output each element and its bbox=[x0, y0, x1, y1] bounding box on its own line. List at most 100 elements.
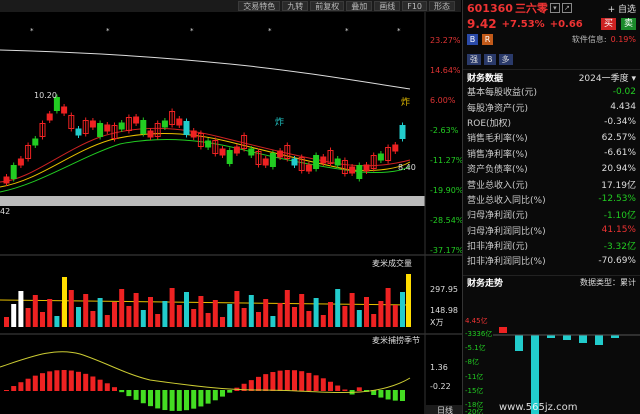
volume-bar bbox=[364, 297, 369, 327]
volume-bar bbox=[4, 317, 9, 327]
financial-period-select[interactable]: 2024一季度 ▾ bbox=[579, 71, 636, 84]
indicator-bar bbox=[220, 390, 225, 397]
indicator-bar bbox=[284, 370, 290, 391]
marker-star-icon: * bbox=[268, 27, 272, 35]
change-amount: +0.66 bbox=[549, 18, 583, 30]
trend-bar bbox=[579, 335, 587, 343]
indicator-bar bbox=[263, 374, 269, 391]
volume-bar bbox=[32, 295, 38, 327]
volume-bar bbox=[198, 296, 204, 327]
high-price-label: 10.20 bbox=[34, 91, 57, 100]
candle-body bbox=[226, 150, 233, 164]
candle-body bbox=[147, 130, 154, 138]
volume-bar bbox=[349, 293, 355, 327]
trend-bar bbox=[595, 335, 603, 345]
financial-row: 基本每股收益(元) -0.02 bbox=[463, 84, 640, 99]
indicator-bar bbox=[112, 387, 117, 391]
watermark: www.565jz.com bbox=[499, 402, 578, 413]
tag-more[interactable]: 多 bbox=[498, 53, 513, 65]
indicator-bar bbox=[54, 370, 60, 391]
indicator-bar bbox=[162, 390, 168, 411]
daily-tab[interactable]: 日线 bbox=[437, 405, 453, 414]
financial-row: ROE(加权) -0.34% bbox=[463, 115, 640, 130]
indicator-bar bbox=[76, 371, 81, 391]
indicator-bar bbox=[392, 390, 398, 401]
indicator-bar bbox=[61, 370, 67, 391]
trend-axis-label: -20亿 bbox=[465, 407, 483, 414]
financial-row-label: 归母净利润(元) bbox=[467, 211, 529, 222]
tag-strong[interactable]: 强 bbox=[467, 53, 481, 65]
volume-bar bbox=[306, 311, 312, 327]
toolbar-trade-feature-button[interactable]: 交易特色 bbox=[238, 1, 281, 11]
trend-type-label: 数据类型：累计 bbox=[580, 277, 636, 287]
indicator-bar bbox=[68, 370, 74, 391]
volume-bar bbox=[248, 295, 254, 327]
volume-bar bbox=[292, 307, 297, 327]
stock-code: 601360 bbox=[467, 1, 513, 15]
volume-bar bbox=[18, 291, 24, 327]
volume-bar bbox=[11, 304, 17, 327]
indicator-label-1: -0.22 bbox=[430, 382, 451, 391]
candle-body bbox=[277, 150, 284, 158]
volume-bar bbox=[119, 289, 125, 327]
chart-area[interactable]: 23.27% 14.64% 6.00% -2.63% -11.27% -19.9… bbox=[0, 12, 468, 414]
candle-body bbox=[32, 138, 39, 146]
candle-body bbox=[349, 166, 356, 174]
toolbar-pattern-button[interactable]: 形态 bbox=[429, 1, 455, 11]
candle-body bbox=[205, 140, 212, 148]
volume-bar bbox=[299, 294, 305, 327]
financial-header: 财务数据 2024一季度 ▾ bbox=[463, 69, 640, 84]
toolbar-draw-button[interactable]: 画线 bbox=[374, 1, 401, 11]
financial-row: 归母净利润(元) -1.10亿 bbox=[463, 207, 640, 222]
financial-row-value: -3.32亿 bbox=[603, 242, 636, 253]
software-info-value: 0.19% bbox=[610, 34, 636, 44]
volume-bar bbox=[104, 315, 110, 327]
candles-group bbox=[3, 94, 406, 186]
left-edge-label: 42 bbox=[0, 207, 10, 216]
date-scroll-bar[interactable] bbox=[0, 196, 425, 206]
badge-r[interactable]: R bbox=[482, 33, 493, 45]
volume-label-2: X万 bbox=[430, 318, 443, 327]
tag-b[interactable]: B bbox=[484, 53, 496, 65]
indicator-bar bbox=[18, 382, 24, 391]
volume-bar bbox=[176, 305, 182, 327]
financial-row-value: -0.02 bbox=[612, 86, 636, 97]
volume-bar bbox=[205, 313, 211, 327]
candle-body bbox=[313, 155, 320, 169]
financial-title: 财务数据 bbox=[467, 73, 504, 84]
volume-bar bbox=[155, 314, 161, 327]
toolbar-nine-turn-button[interactable]: 九转 bbox=[282, 1, 309, 11]
buy-button[interactable]: 买 bbox=[600, 18, 616, 30]
toolbar-overlay-button[interactable]: 叠加 bbox=[346, 1, 373, 11]
volume-bar bbox=[126, 306, 132, 327]
indicator-bar bbox=[270, 372, 276, 391]
price-label-1: 14.64% bbox=[430, 66, 461, 75]
volume-bar bbox=[392, 305, 398, 327]
current-price: 9.42 bbox=[467, 17, 497, 31]
indicator-bar bbox=[25, 378, 31, 391]
chevron-down-icon[interactable]: ▾ bbox=[549, 3, 560, 13]
add-watchlist-button[interactable]: + 自选 bbox=[608, 2, 636, 15]
financial-row-value: 62.57% bbox=[601, 132, 636, 143]
sell-button[interactable]: 卖 bbox=[620, 18, 636, 30]
indicator-bar bbox=[335, 385, 341, 391]
kline-chart[interactable]: 23.27% 14.64% 6.00% -2.63% -11.27% -19.9… bbox=[0, 12, 468, 414]
indicator-bar bbox=[176, 390, 182, 411]
trend-chart: 4.45亿-3336亿-5.1亿-8亿-11亿-15亿-18亿-20亿 bbox=[465, 316, 640, 414]
indicator-bar bbox=[184, 390, 189, 411]
trend-axis-label: -5.1亿 bbox=[465, 343, 486, 352]
low-price-label: 8.40 bbox=[398, 163, 416, 172]
candle-body bbox=[262, 158, 269, 166]
chart-toolbar: 交易特色 九转 前复权 叠加 画线 F10 形态 bbox=[0, 0, 461, 12]
indicator-bar bbox=[47, 371, 53, 391]
badge-b[interactable]: B bbox=[467, 33, 478, 45]
volume-bar bbox=[212, 300, 218, 327]
volume-bar bbox=[140, 310, 146, 327]
candle-body bbox=[356, 165, 363, 179]
indicator-panel-title: 麦米捕捞季节 bbox=[372, 335, 420, 345]
toolbar-adjust-button[interactable]: 前复权 bbox=[310, 1, 345, 11]
volume-bar bbox=[406, 274, 411, 327]
toolbar-f10-button[interactable]: F10 bbox=[402, 1, 427, 11]
external-link-icon[interactable]: ↗ bbox=[561, 3, 572, 13]
volume-bar bbox=[335, 289, 341, 327]
